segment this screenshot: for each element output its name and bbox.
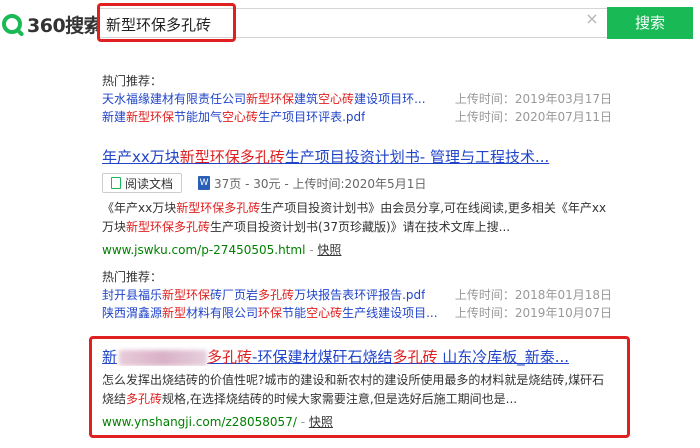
hot-item-link[interactable]: 陕西渭鑫源新型材料有限公司环保节能空心砖生产线建设项目... xyxy=(102,304,438,322)
word-file-icon: W xyxy=(198,176,211,190)
snapshot-link[interactable]: 快照 xyxy=(317,243,341,257)
result-title-link[interactable]: 年产xx万块新型环保多孔砖生产项目投资计划书- 管理与工程技术... xyxy=(102,146,622,166)
hot-title: 热门推荐： xyxy=(102,270,163,284)
hot-recommend-2: 热门推荐： 封开县福乐新型环保砖厂页岩多孔砖万块报告表环评报告.pdf 上传时间… xyxy=(102,268,612,322)
search-input[interactable] xyxy=(106,13,546,35)
read-document-button[interactable]: 阅读文档 xyxy=(102,173,183,193)
hot-item-time: 上传时间：2019年10月07日 xyxy=(454,306,612,320)
result-description: 怎么发挥出烧结砖的价值性呢?城市的建设和新农村的建设所使用最多的材料就是烧结砖,… xyxy=(102,373,605,406)
blurred-redaction xyxy=(119,349,208,366)
result-url[interactable]: www.ynshangji.com/z28058057/ xyxy=(102,415,297,429)
snapshot-link[interactable]: 快照 xyxy=(309,415,333,429)
document-icon xyxy=(111,177,121,189)
result-url[interactable]: www.jswku.com/p-27450505.html xyxy=(102,243,305,257)
result-description: 《年产xx万块新型环保多孔砖生产项目投资计划书》由会员分享,可在线阅读,更多相关… xyxy=(102,201,607,234)
hot-item: 新建新型环保节能加气空心砖生产项目环评表.pdf 上传时间：2020年07月11… xyxy=(102,108,612,126)
hot-item-link[interactable]: 新建新型环保节能加气空心砖生产项目环评表.pdf xyxy=(102,108,365,126)
hot-recommend-1: 热门推荐： 天水福缘建材有限责任公司新型环保建筑空心砖建设项目环... 上传时间… xyxy=(102,72,612,126)
search-header: 360搜索 × 搜索 xyxy=(0,0,700,50)
hot-item: 天水福缘建材有限责任公司新型环保建筑空心砖建设项目环... 上传时间：2019年… xyxy=(102,90,612,108)
result-url-line: www.jswku.com/p-27450505.html - 快照 xyxy=(102,243,342,257)
result-title-link[interactable]: 新多孔砖-环保建材煤矸石烧结多孔砖 山东冷库板_新泰... xyxy=(102,346,622,366)
result-item-1: 年产xx万块新型环保多孔砖生产项目投资计划书- 管理与工程技术... 阅读文档 … xyxy=(102,146,622,257)
hot-item-time: 上传时间：2020年07月11日 xyxy=(454,110,612,124)
result-item-2: 新多孔砖-环保建材煤矸石烧结多孔砖 山东冷库板_新泰... 怎么发挥出烧结砖的价… xyxy=(102,346,622,429)
hot-item-time: 上传时间：2018年01月18日 xyxy=(454,288,612,302)
hot-item-link[interactable]: 封开县福乐新型环保砖厂页岩多孔砖万块报告表环评报告.pdf xyxy=(102,286,425,304)
search-box[interactable] xyxy=(97,8,607,38)
hot-item-time: 上传时间：2019年03月17日 xyxy=(454,92,612,106)
hot-title: 热门推荐： xyxy=(102,74,163,88)
doc-meta-line: 阅读文档 W 37页 - 30元 - 上传时间:2020年5月1日 xyxy=(102,172,622,194)
search-button[interactable]: 搜索 xyxy=(607,7,693,39)
hot-item: 封开县福乐新型环保砖厂页岩多孔砖万块报告表环评报告.pdf 上传时间：2018年… xyxy=(102,286,612,304)
logo-text: 360搜索 xyxy=(27,14,103,37)
doc-meta: 37页 - 30元 - 上传时间:2020年5月1日 xyxy=(214,176,427,191)
result-url-line: www.ynshangji.com/z28058057/ - 快照 xyxy=(102,415,333,429)
hot-item-link[interactable]: 天水福缘建材有限责任公司新型环保建筑空心砖建设项目环... xyxy=(102,90,426,108)
logo-ring-icon xyxy=(2,14,22,34)
hot-item: 陕西渭鑫源新型材料有限公司环保节能空心砖生产线建设项目... 上传时间：2019… xyxy=(102,304,612,322)
logo-360[interactable]: 360搜索 xyxy=(0,12,103,37)
close-icon[interactable]: × xyxy=(585,11,599,27)
